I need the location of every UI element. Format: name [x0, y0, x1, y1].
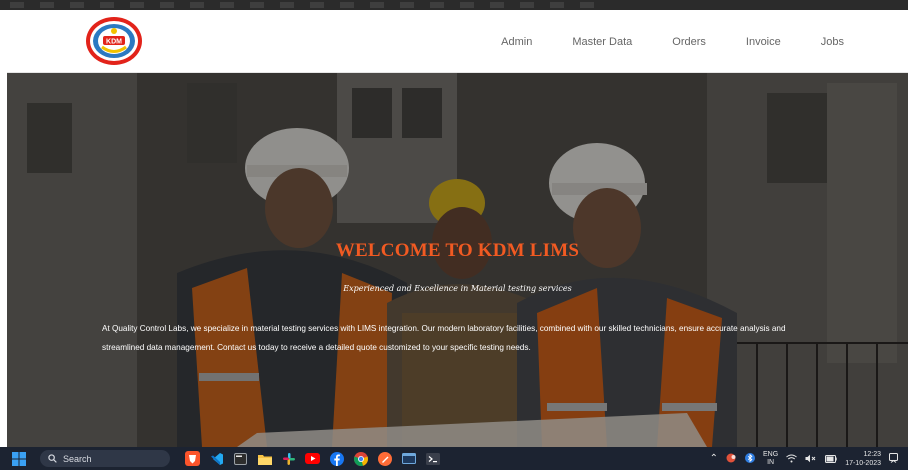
vscode-icon[interactable]: [209, 451, 224, 466]
hero-title: WELCOME TO KDM LIMS: [335, 240, 580, 261]
nav-admin[interactable]: Admin: [501, 36, 532, 48]
hero-section: WELCOME TO KDM LIMS Experienced and Exce…: [7, 73, 908, 447]
clock[interactable]: 12:23 17-10-2023: [845, 450, 881, 468]
tray-app-icon[interactable]: [726, 450, 737, 468]
logo-text: KDM: [106, 39, 122, 46]
hero-subtitle: Experienced and Excellence in Material t…: [343, 284, 572, 293]
terminal-icon[interactable]: [233, 451, 248, 466]
battery-icon[interactable]: [825, 450, 837, 468]
nav-invoice[interactable]: Invoice: [746, 36, 781, 48]
bluetooth-icon[interactable]: [745, 450, 756, 468]
windows-start-icon[interactable]: [12, 452, 26, 466]
language-indicator[interactable]: ENG IN: [763, 451, 778, 467]
search-icon: [48, 454, 57, 463]
main-nav: Admin Master Data Orders Invoice Jobs: [461, 10, 844, 73]
clock-date: 17-10-2023: [845, 459, 881, 467]
postman-icon[interactable]: [377, 451, 392, 466]
brave-browser-icon[interactable]: [185, 451, 200, 466]
navbar: KDM Admin Master Data Orders Invoice Job…: [7, 10, 908, 73]
wifi-icon[interactable]: [786, 450, 797, 468]
powershell-icon[interactable]: [425, 451, 440, 466]
bookmark-bar: [10, 2, 610, 8]
language-code: ENG: [763, 450, 779, 458]
app-window-icon[interactable]: [401, 451, 416, 466]
nav-jobs[interactable]: Jobs: [821, 36, 844, 48]
windows-taskbar: Search ⌃ ENG IN 12:23 17-10-2023: [0, 447, 908, 470]
notification-icon[interactable]: [889, 450, 898, 468]
youtube-icon[interactable]: [305, 451, 320, 466]
taskbar-apps: [185, 450, 440, 467]
nav-orders[interactable]: Orders: [672, 36, 706, 48]
region-code: IN: [767, 458, 775, 466]
kdm-logo[interactable]: KDM: [85, 16, 143, 66]
nav-master-data[interactable]: Master Data: [572, 36, 632, 48]
browser-top-strip: [0, 0, 908, 10]
speaker-muted-icon[interactable]: [805, 450, 817, 468]
chrome-icon[interactable]: [353, 451, 368, 466]
system-tray: ⌃ ENG IN 12:23 17-10-2023: [710, 447, 898, 470]
file-explorer-icon[interactable]: [257, 451, 272, 466]
search-placeholder: Search: [63, 453, 92, 464]
hero-description: At Quality Control Labs, we specialize i…: [102, 324, 786, 352]
taskbar-search-box[interactable]: Search: [40, 450, 170, 467]
slack-icon[interactable]: [281, 451, 296, 466]
facebook-icon[interactable]: [329, 451, 344, 466]
chevron-up-icon[interactable]: ⌃: [710, 453, 718, 464]
clock-time: 12:23: [863, 450, 881, 458]
